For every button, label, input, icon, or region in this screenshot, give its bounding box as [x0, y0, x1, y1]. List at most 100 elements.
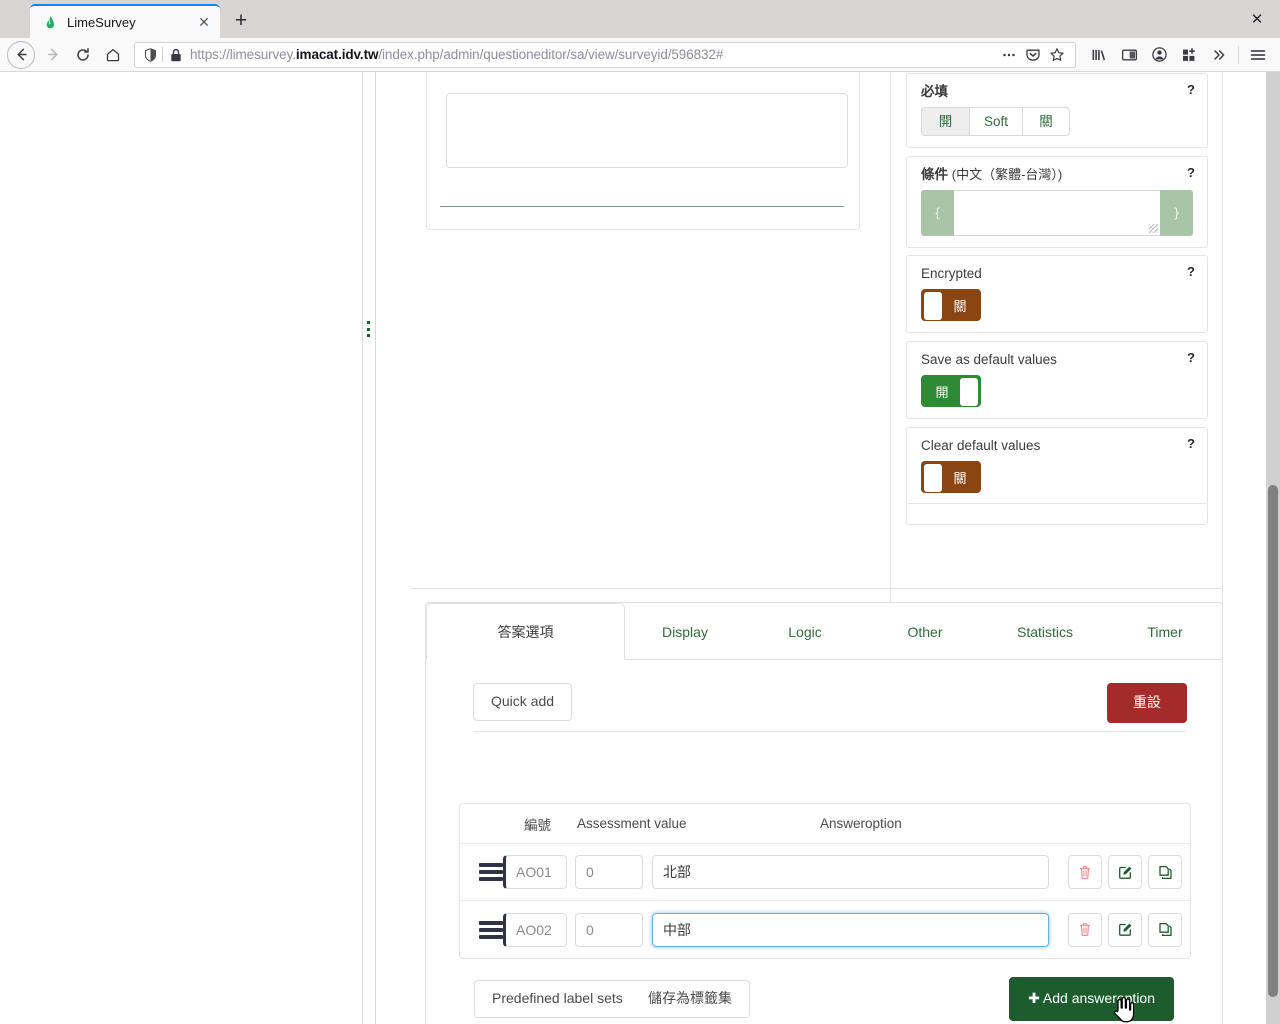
help-icon[interactable]: ? — [1187, 350, 1195, 365]
setting-save-default-label: Save as default values — [921, 352, 1057, 367]
column-header-code: 編號 — [524, 817, 551, 833]
url-text[interactable]: https://limesurvey.imacat.idv.tw/index.p… — [190, 47, 997, 62]
browser-window: LimeSurvey ✕ + ✕ https://limesurvey.imac… — [0, 0, 1280, 1024]
clear-default-toggle[interactable]: 關 — [921, 460, 981, 493]
answeroption-input-2[interactable] — [652, 912, 1049, 947]
setting-encrypted-label: Encrypted — [921, 266, 982, 281]
chevron-double-right-icon[interactable] — [1204, 40, 1234, 70]
answer-options-table: 編號 Assessment value Answeroption — [459, 803, 1191, 959]
tab-answer-options[interactable]: 答案選項 — [426, 603, 625, 660]
tab-strip-left-padding — [0, 0, 30, 38]
browser-tab-strip: LimeSurvey ✕ + ✕ — [0, 0, 1280, 38]
back-arrow-icon[interactable] — [7, 40, 35, 69]
drag-handle-icon[interactable] — [471, 920, 503, 939]
page-viewport: 必填 ? 開 Soft 關 條件 (中文（繁體-台灣）) ? { } Encry… — [0, 72, 1280, 1024]
question-text-field[interactable] — [446, 93, 848, 168]
page-scrollbar[interactable] — [1266, 72, 1280, 1024]
edit-icon[interactable] — [1108, 855, 1142, 889]
table-row — [460, 901, 1190, 958]
clear-default-toggle-label: 關 — [953, 471, 967, 487]
help-icon[interactable]: ? — [1187, 165, 1195, 180]
relevance-input-group: { } — [921, 189, 1193, 236]
question-settings-panel: 必填 ? 開 Soft 關 條件 (中文（繁體-台灣）) ? { } Encry… — [890, 72, 1223, 630]
tab-display[interactable]: Display — [625, 603, 745, 660]
reload-icon[interactable] — [68, 40, 98, 70]
reset-button[interactable]: 重設 — [1107, 683, 1187, 723]
url-divider — [162, 47, 163, 62]
answer-options-tabs: 答案選項 Display Logic Other Statistics Time… — [426, 603, 1222, 660]
panel-resize-handle[interactable] — [365, 320, 372, 338]
duplicate-icon[interactable] — [1148, 855, 1182, 889]
toolbar-divider — [473, 731, 1187, 732]
browser-tab[interactable]: LimeSurvey ✕ — [30, 4, 220, 38]
setting-save-default: Save as default values ? 開 — [906, 341, 1208, 419]
answer-code-input-1[interactable] — [503, 855, 567, 889]
answer-code-input-2[interactable] — [503, 912, 567, 947]
browser-toolbar-icons — [1084, 40, 1273, 70]
tab-logic[interactable]: Logic — [745, 603, 865, 660]
column-header-assessment: Assessment value — [577, 816, 687, 831]
answer-options-toolbar: Quick add 重設 — [426, 660, 1222, 732]
hamburger-menu-icon[interactable] — [1243, 40, 1273, 70]
extensions-icon[interactable] — [1174, 40, 1204, 70]
mandatory-option-soft[interactable]: Soft — [969, 106, 1023, 137]
tab-statistics[interactable]: Statistics — [985, 603, 1105, 660]
relevance-prefix-addon: { — [921, 189, 954, 236]
delete-icon[interactable] — [1068, 912, 1102, 947]
resize-grip-icon[interactable] — [1149, 223, 1158, 233]
window-close-button[interactable]: ✕ — [1234, 0, 1280, 38]
setting-clear-default-label: Clear default values — [921, 438, 1041, 453]
setting-relevance: 條件 (中文（繁體-台灣）) ? { } — [906, 156, 1208, 248]
assessment-value-input-2[interactable] — [575, 912, 643, 947]
close-icon[interactable]: ✕ — [194, 12, 214, 32]
relevance-textarea[interactable] — [954, 189, 1160, 236]
predefined-label-sets-button[interactable]: Predefined label sets — [474, 980, 641, 1018]
answeroption-input-1[interactable] — [652, 855, 1049, 889]
table-header-row: 編號 Assessment value Answeroption — [460, 804, 1190, 844]
tab-strip-spacer — [258, 0, 1234, 38]
duplicate-icon[interactable] — [1148, 912, 1182, 947]
setting-placeholder-box — [906, 503, 1208, 525]
help-icon[interactable]: ? — [1187, 436, 1195, 451]
column-header-answeroption: Answeroption — [820, 816, 902, 831]
library-icon[interactable] — [1084, 40, 1114, 70]
account-icon[interactable] — [1144, 40, 1174, 70]
save-as-label-set-button[interactable]: 儲存為標籤集 — [631, 980, 750, 1018]
save-default-toggle-label: 開 — [935, 385, 949, 401]
setting-mandatory-label: 必填 — [921, 84, 948, 99]
toggle-knob — [960, 377, 978, 406]
relevance-suffix-addon: } — [1160, 189, 1193, 236]
encrypted-toggle[interactable]: 關 — [921, 288, 981, 321]
new-tab-button[interactable]: + — [224, 4, 258, 38]
ellipsis-icon[interactable] — [997, 43, 1021, 67]
help-icon[interactable]: ? — [1187, 264, 1195, 279]
setting-encrypted: Encrypted ? 關 — [906, 255, 1208, 333]
quick-add-button[interactable]: Quick add — [473, 683, 573, 721]
padlock-icon[interactable] — [168, 48, 184, 62]
help-icon[interactable]: ? — [1187, 82, 1195, 97]
mandatory-option-off[interactable]: 關 — [1022, 106, 1071, 137]
setting-clear-default: Clear default values ? 關 — [906, 427, 1208, 505]
shield-icon[interactable] — [141, 47, 159, 62]
url-bar[interactable]: https://limesurvey.imacat.idv.tw/index.p… — [134, 41, 1076, 68]
encrypted-toggle-label: 關 — [953, 299, 967, 315]
tab-other[interactable]: Other — [865, 603, 985, 660]
table-row — [460, 844, 1190, 901]
mandatory-option-on[interactable]: 開 — [921, 106, 969, 137]
sidebar-icon[interactable] — [1114, 40, 1144, 70]
plus-icon: ✚ — [1028, 990, 1040, 1006]
setting-relevance-label: 條件 (中文（繁體-台灣）) — [921, 167, 1063, 182]
star-icon[interactable] — [1045, 43, 1069, 67]
tab-timer[interactable]: Timer — [1105, 603, 1225, 660]
assessment-value-input-1[interactable] — [575, 855, 643, 889]
browser-navigation-bar: https://limesurvey.imacat.idv.tw/index.p… — [0, 38, 1280, 72]
add-answeroption-button[interactable]: ✚ Add answeroption — [1009, 977, 1174, 1021]
save-default-toggle[interactable]: 開 — [921, 374, 981, 407]
drag-handle-icon[interactable] — [471, 863, 503, 881]
home-icon[interactable] — [98, 40, 128, 70]
delete-icon[interactable] — [1068, 855, 1102, 889]
pocket-icon[interactable] — [1021, 43, 1045, 67]
limesurvey-logo-icon — [42, 14, 58, 30]
scrollbar-thumb[interactable] — [1268, 485, 1278, 997]
edit-icon[interactable] — [1108, 912, 1142, 947]
